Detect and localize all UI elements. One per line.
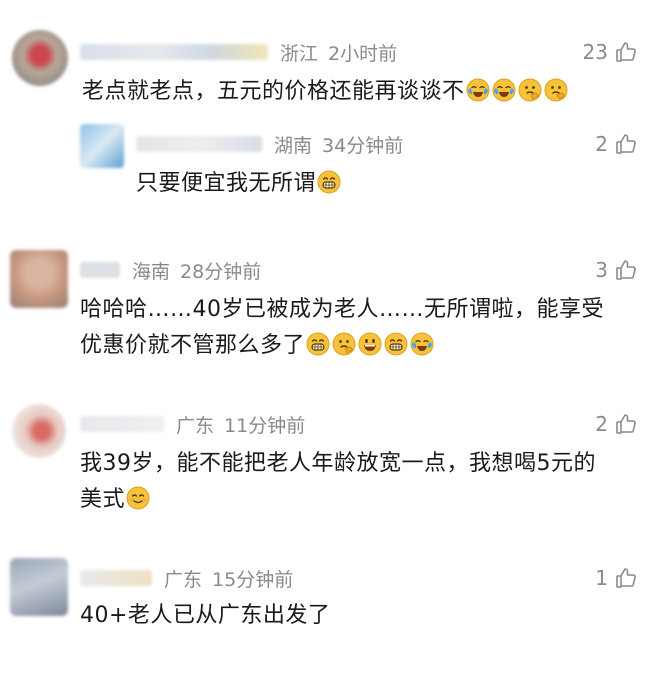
- like-button[interactable]: 23: [583, 38, 638, 66]
- reply-like-button[interactable]: 2: [595, 130, 638, 158]
- like-button[interactable]: 3: [595, 256, 638, 284]
- thinking-face-icon: [544, 78, 568, 102]
- thinking-face-icon: [518, 78, 542, 102]
- reply-avatar[interactable]: [80, 124, 124, 168]
- username-blurred[interactable]: [80, 262, 120, 278]
- like-count: 23: [582, 40, 608, 64]
- username-blurred[interactable]: [80, 570, 152, 586]
- comment-text: 美式: [80, 487, 126, 512]
- thumbs-up-icon[interactable]: [614, 258, 638, 282]
- comment-text-row: 40+老人已从广东出发了: [80, 600, 330, 632]
- location-label: 广东: [176, 414, 215, 437]
- crying-laugh-icon: [410, 332, 434, 356]
- like-count: 1: [595, 566, 608, 590]
- reply-text-row: 只要便宜我无所谓: [136, 168, 342, 200]
- like-button[interactable]: 2: [595, 410, 638, 438]
- timestamp: 28分钟前: [180, 260, 262, 283]
- comment-text: 老点就老点，五元的价格还能再谈谈不: [82, 79, 465, 104]
- timestamp: 2小时前: [328, 42, 398, 65]
- blush-smile-icon: [126, 486, 150, 510]
- reply-timestamp: 34分钟前: [322, 134, 404, 157]
- username-blurred[interactable]: [80, 44, 268, 60]
- grinning-teeth-icon: [306, 332, 330, 356]
- thumbs-up-icon[interactable]: [614, 132, 638, 156]
- username-blurred[interactable]: [80, 416, 164, 432]
- comment-text-line-2: 优惠价就不管那么多了: [80, 330, 435, 362]
- like-count: 2: [595, 412, 608, 436]
- thumbs-up-icon[interactable]: [614, 412, 638, 436]
- like-count: 3: [595, 258, 608, 282]
- comment-text-line-2: 美式: [80, 484, 151, 516]
- grinning-teeth-icon: [384, 332, 408, 356]
- comment-text: 优惠价就不管那么多了: [80, 333, 306, 358]
- crying-laugh-icon: [466, 78, 490, 102]
- big-grin-icon: [358, 332, 382, 356]
- comment-text-line-1: 我39岁，能不能把老人年龄放宽一点，我想喝5元的: [80, 448, 596, 480]
- avatar[interactable]: [12, 404, 66, 458]
- thumbs-up-icon[interactable]: [614, 40, 638, 64]
- avatar[interactable]: [10, 250, 68, 308]
- thumbs-up-icon[interactable]: [614, 566, 638, 590]
- avatar[interactable]: [10, 558, 68, 616]
- reply-location-label: 湖南: [274, 134, 313, 157]
- comment-text: 40+老人已从广东出发了: [80, 603, 331, 628]
- like-button[interactable]: 1: [595, 564, 638, 592]
- location-label: 海南: [132, 260, 171, 283]
- location-label: 广东: [164, 568, 203, 591]
- comment-text-line-1: 哈哈哈……40岁已被成为老人……无所谓啦，能享受: [80, 294, 604, 326]
- timestamp: 15分钟前: [212, 568, 294, 591]
- location-label: 浙江: [280, 42, 319, 65]
- reply-like-count: 2: [595, 132, 608, 156]
- thinking-face-icon: [332, 332, 356, 356]
- comment-text: 哈哈哈……40岁已被成为老人……无所谓啦，能享受: [80, 297, 604, 322]
- reply-text: 只要便宜我无所谓: [136, 171, 317, 196]
- avatar[interactable]: [12, 30, 68, 86]
- grinning-teeth-icon: [317, 170, 341, 194]
- reply-username-blurred[interactable]: [136, 136, 262, 152]
- comment-text-row: 老点就老点，五元的价格还能再谈谈不: [82, 76, 569, 108]
- crying-laugh-icon: [492, 78, 516, 102]
- comment-text: 我39岁，能不能把老人年龄放宽一点，我想喝5元的: [80, 451, 596, 476]
- timestamp: 11分钟前: [224, 414, 306, 437]
